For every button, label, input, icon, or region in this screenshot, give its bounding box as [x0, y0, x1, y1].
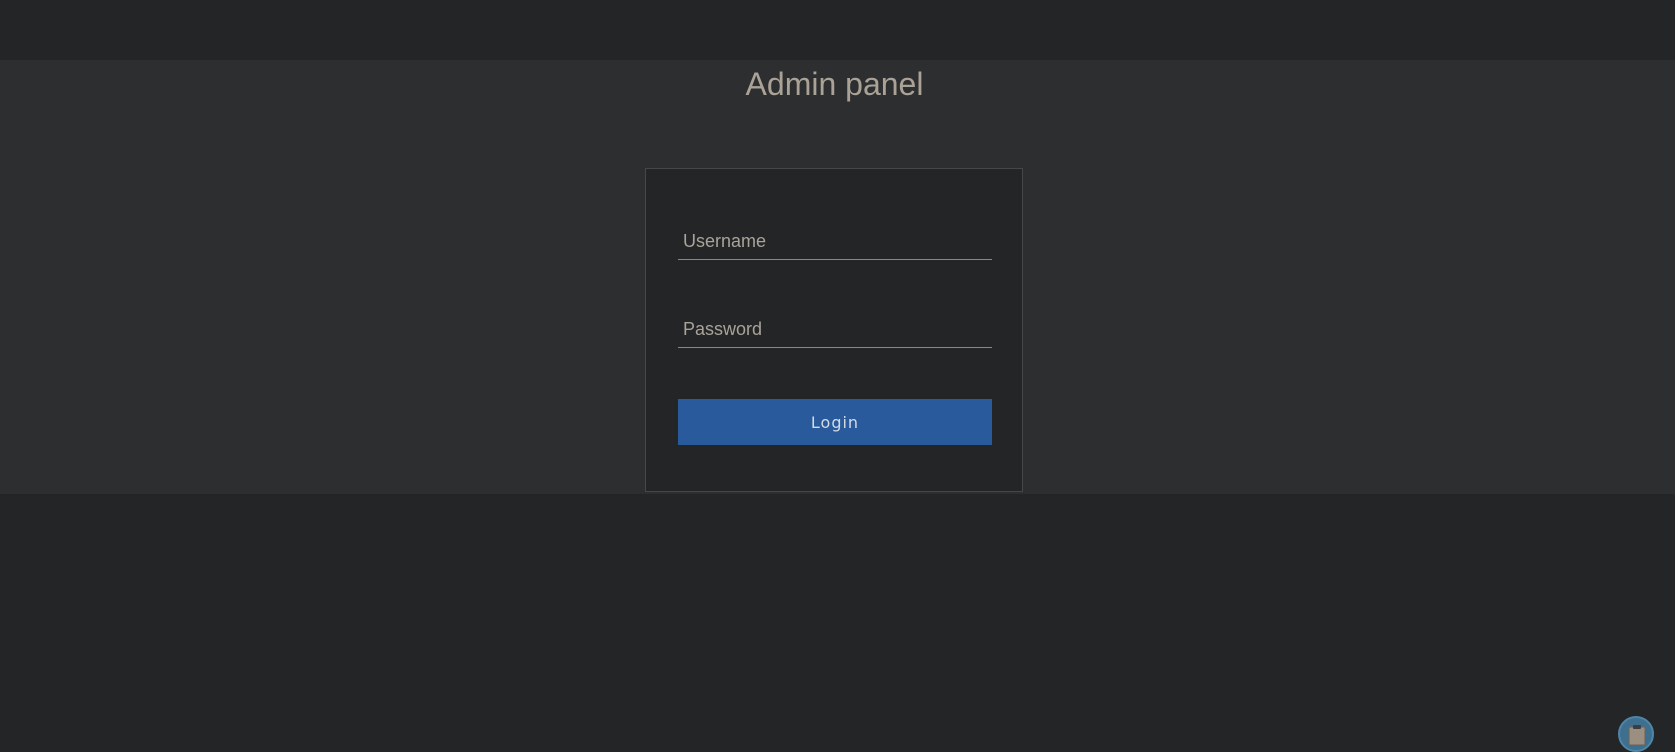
floating-clipboard-button[interactable]: [1618, 716, 1654, 752]
password-input[interactable]: [678, 312, 992, 348]
top-bar: [0, 0, 1675, 60]
clipboard-icon: [1628, 725, 1646, 746]
username-input[interactable]: [678, 224, 992, 260]
login-button[interactable]: Login: [678, 399, 992, 445]
page-title: Admin panel: [745, 66, 924, 102]
